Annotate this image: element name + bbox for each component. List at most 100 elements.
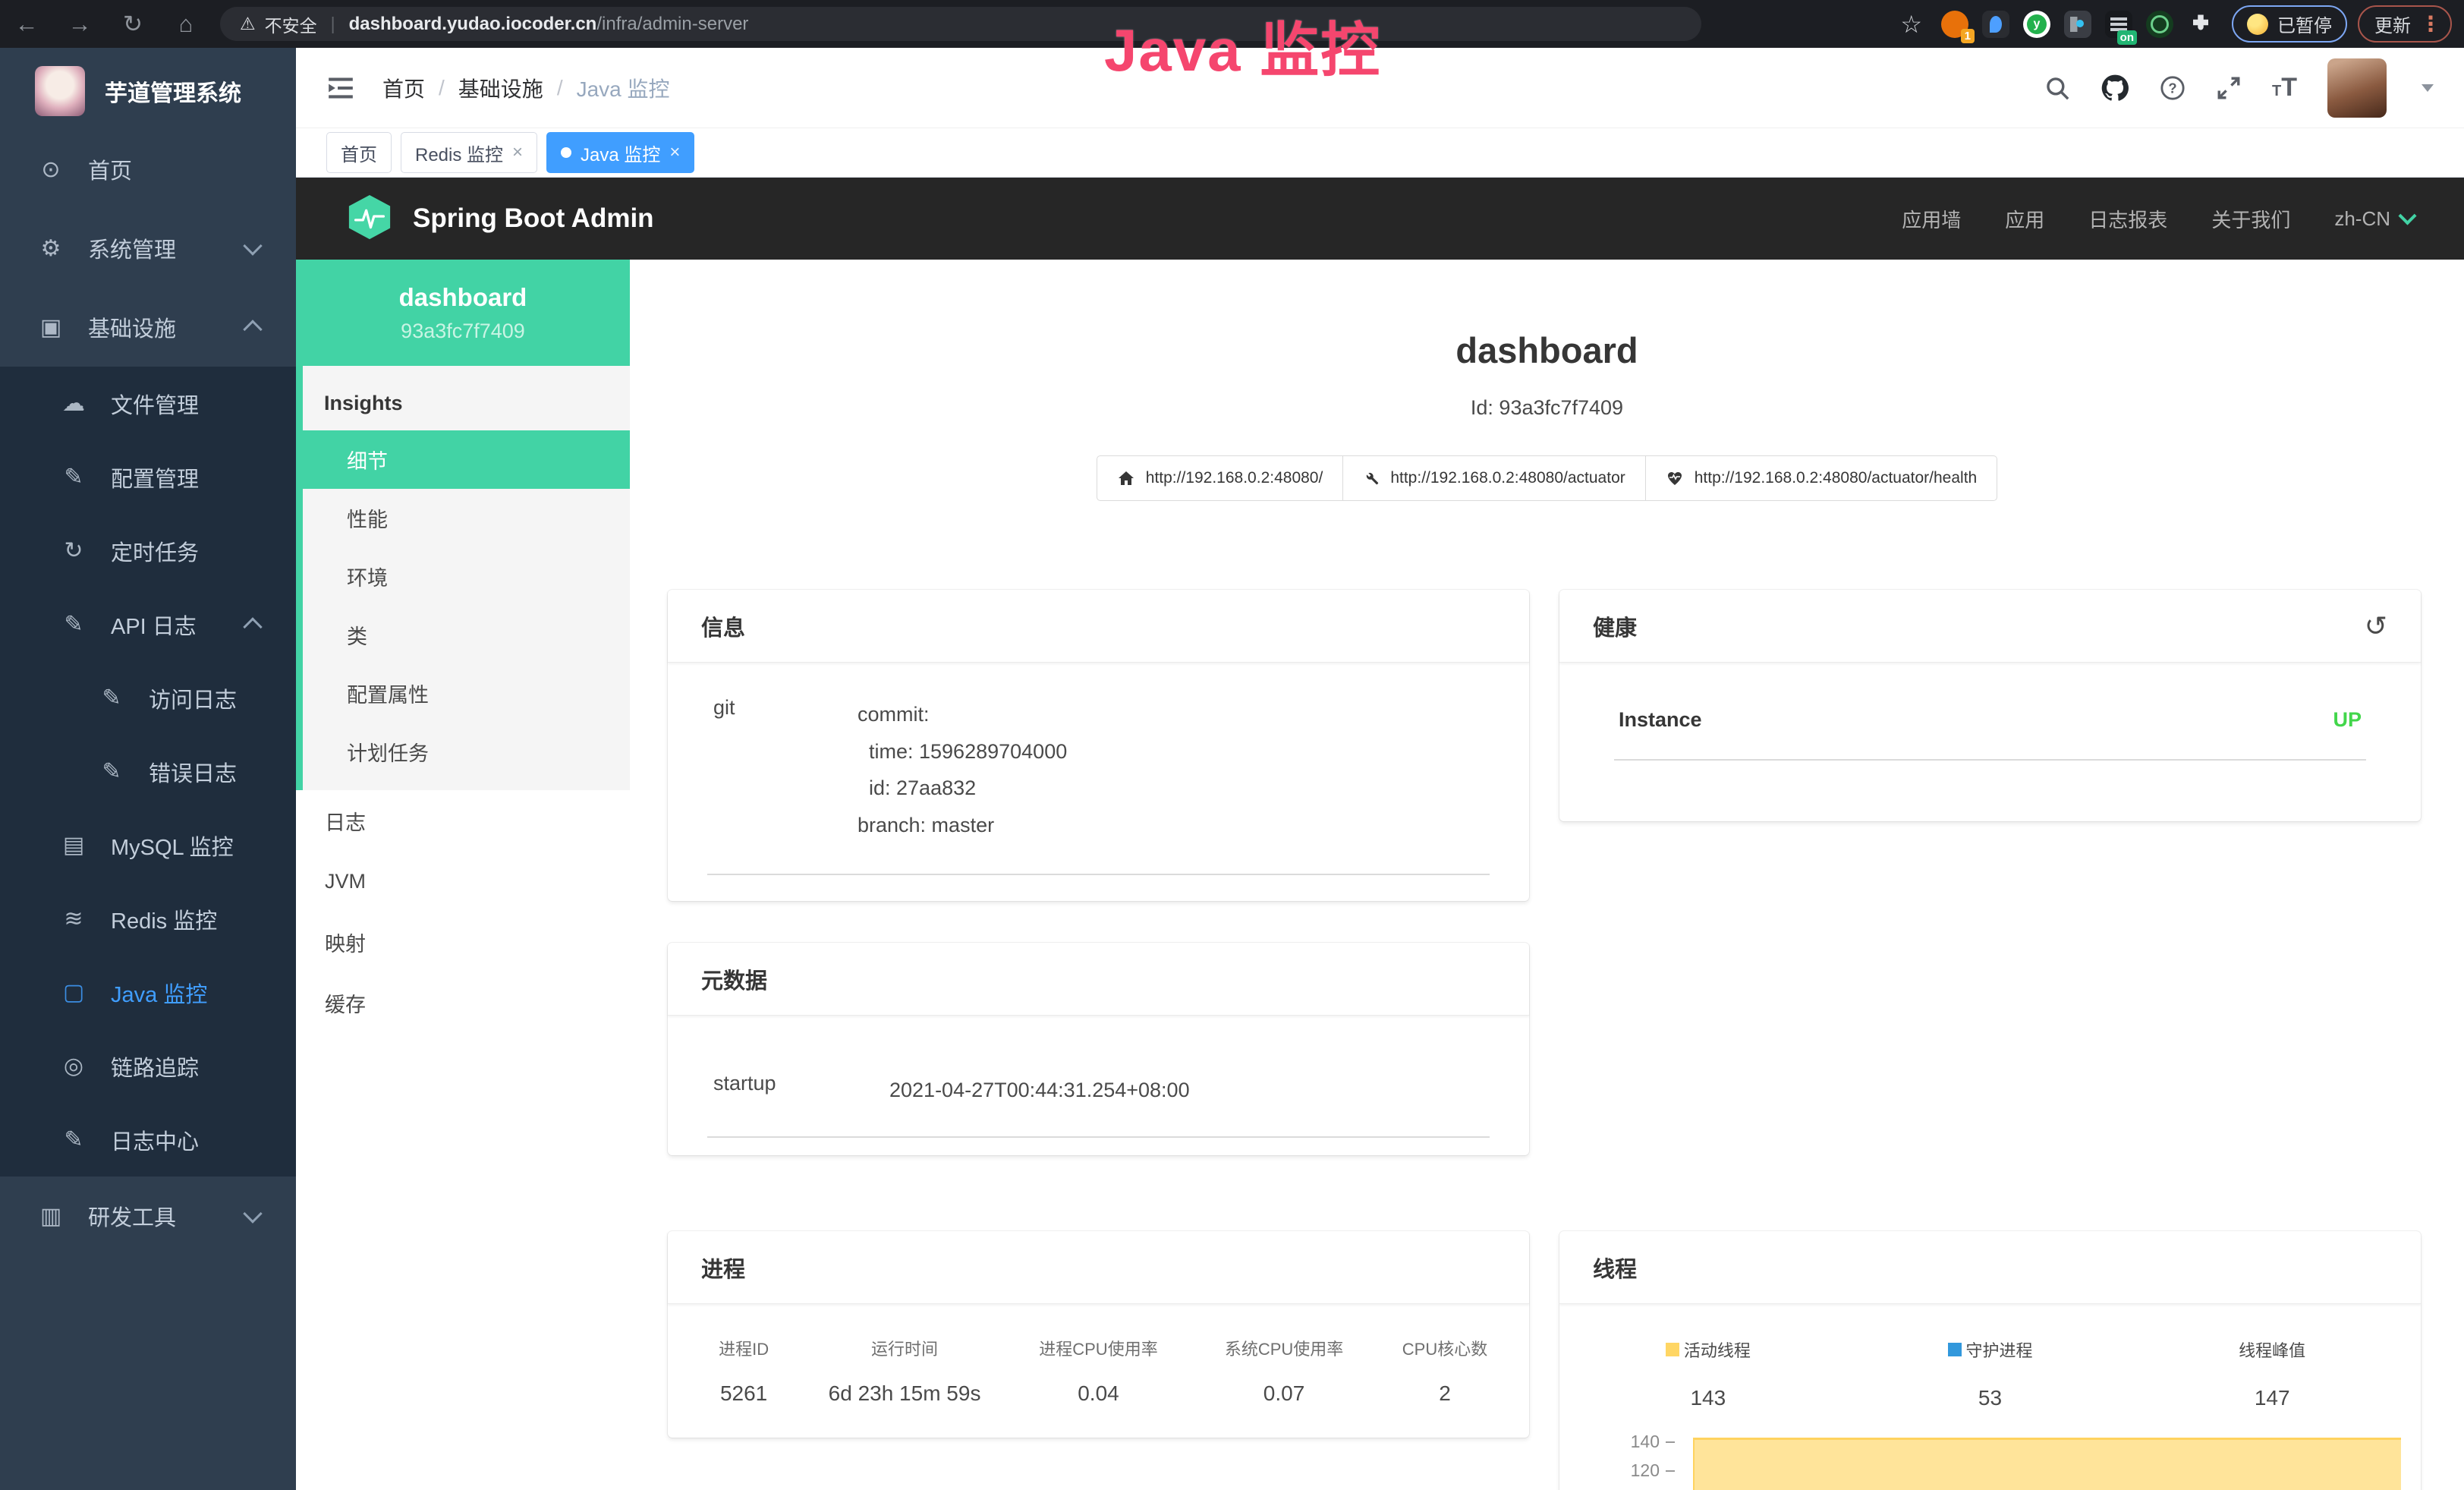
user-avatar[interactable]	[2327, 58, 2387, 118]
sidebar-item-infrastructure[interactable]: ▣ 基础设施	[0, 288, 296, 367]
sba-item-details[interactable]: 细节	[296, 430, 630, 489]
sba-item-scheduled-tasks[interactable]: 计划任务	[303, 723, 630, 781]
threads-card: 线程 活动线程 143 守护进程 53 线程峰值	[1559, 1231, 2421, 1490]
sba-nav-journal[interactable]: 日志报表	[2088, 205, 2167, 233]
actuator-url-button[interactable]: http://192.168.0.2:48080/actuator	[1342, 455, 1645, 501]
health-url-button[interactable]: http://192.168.0.2:48080/actuator/health	[1645, 455, 1997, 501]
history-icon[interactable]: ↺	[2365, 613, 2387, 640]
extensions-puzzle-icon[interactable]	[2187, 11, 2214, 38]
forward-icon[interactable]: →	[53, 11, 106, 38]
instance-header[interactable]: dashboard 93a3fc7f7409	[296, 260, 630, 366]
sidebar-item-java-monitor[interactable]: ▢ Java 监控	[0, 956, 296, 1029]
sidebar-item-scheduled-tasks[interactable]: ↻ 定时任务	[0, 514, 296, 587]
wrench-icon	[1363, 470, 1380, 487]
extension-pin-icon[interactable]	[1982, 11, 2009, 38]
warning-icon: ⚠	[240, 14, 256, 34]
sba-item-mappings[interactable]: 映射	[296, 912, 630, 972]
font-size-icon[interactable]: TT	[2272, 73, 2297, 102]
address-bar[interactable]: ⚠ 不安全 | dashboard.yudao.iocoder.cn/infra…	[220, 7, 1701, 41]
tab-home[interactable]: 首页	[326, 132, 392, 173]
tab-java-monitor[interactable]: Java 监控 ×	[546, 132, 694, 173]
infrastructure-submenu: ☁ 文件管理 ✎ 配置管理 ↻ 定时任务 ✎ API 日志 ✎ 访问日志 ✎	[0, 367, 296, 1177]
service-url-button[interactable]: http://192.168.0.2:48080/	[1097, 455, 1344, 501]
breadcrumb-infrastructure[interactable]: 基础设施	[458, 73, 543, 103]
extension-colorful-icon[interactable]: 1	[1941, 11, 1968, 38]
sidebar-item-log-center[interactable]: ✎ 日志中心	[0, 1103, 296, 1177]
paused-pill[interactable]: 已暂停	[2232, 5, 2347, 43]
sidebar-item-dev-tools[interactable]: ▥ 研发工具	[0, 1177, 296, 1255]
sba-nav-about[interactable]: 关于我们	[2211, 205, 2290, 233]
hamburger-icon[interactable]	[326, 76, 355, 100]
sidebar-item-tracing[interactable]: ◎ 链路追踪	[0, 1029, 296, 1103]
daemon-threads-label: 守护进程	[1966, 1337, 2033, 1362]
sba-item-metrics[interactable]: 性能	[303, 489, 630, 547]
app-logo-row[interactable]: 芋道管理系统	[0, 48, 296, 130]
sba-header: Spring Boot Admin 应用墙 应用 日志报表 关于我们 zh-CN	[296, 178, 2464, 260]
search-icon[interactable]	[2044, 75, 2070, 101]
process-header-process-cpu: 进程CPU使用率	[1008, 1336, 1189, 1360]
status-badge: UP	[2333, 708, 2362, 732]
sba-item-jvm[interactable]: JVM	[296, 851, 630, 912]
screen: ← → ↻ ⌂ ⚠ 不安全 | dashboard.yudao.iocoder.…	[0, 0, 2464, 1490]
sidebar-item-error-logs[interactable]: ✎ 错误日志	[0, 735, 296, 808]
gear-icon: ⚙	[35, 235, 67, 262]
log-icon: ✎	[96, 685, 127, 711]
sidebar-item-config-management[interactable]: ✎ 配置管理	[0, 440, 296, 514]
sidebar-item-redis-monitor[interactable]: ≋ Redis 监控	[0, 882, 296, 956]
process-card: 进程 进程ID5261 运行时间6d 23h 15m 59s 进程CPU使用率0…	[668, 1231, 1529, 1438]
breadcrumb-home[interactable]: 首页	[382, 73, 425, 103]
sba-logo-icon[interactable]	[346, 194, 393, 244]
sidebar-item-mysql-monitor[interactable]: ▤ MySQL 监控	[0, 808, 296, 882]
sba-language-select[interactable]: zh-CN	[2334, 207, 2414, 231]
reload-icon[interactable]: ↻	[106, 11, 159, 38]
extension-green-circle-icon[interactable]: y	[2023, 11, 2050, 38]
sba-nav-wallboard[interactable]: 应用墙	[1902, 205, 1961, 233]
health-instance-row[interactable]: Instance UP	[1614, 708, 2366, 761]
sidebar-item-system[interactable]: ⚙ 系统管理	[0, 209, 296, 288]
sba-instance-sidebar: dashboard 93a3fc7f7409 Insights 细节 性能 环境…	[296, 260, 630, 1490]
sidebar-item-file-management[interactable]: ☁ 文件管理	[0, 367, 296, 440]
metadata-card-title: 元数据	[701, 963, 767, 995]
sidebar-item-home[interactable]: ⊙ 首页	[0, 130, 296, 209]
back-icon[interactable]: ←	[0, 11, 53, 38]
breadcrumb-separator: /	[439, 76, 445, 100]
sidebar-item-api-logs[interactable]: ✎ API 日志	[0, 587, 296, 661]
extension-grid-icon[interactable]	[2064, 11, 2091, 38]
sba-item-environment[interactable]: 环境	[303, 547, 630, 606]
sba-item-caches[interactable]: 缓存	[296, 972, 630, 1033]
security-label: 不安全	[265, 11, 317, 37]
sba-content: dashboard Id: 93a3fc7f7409 http://192.16…	[630, 260, 2464, 1490]
update-label: 更新	[2374, 11, 2411, 37]
sba-item-classes[interactable]: 类	[303, 606, 630, 664]
home-icon[interactable]: ⌂	[159, 11, 212, 38]
bookmark-star-icon[interactable]: ☆	[1900, 10, 1922, 39]
sba-brand[interactable]: Spring Boot Admin	[413, 203, 654, 234]
chevron-up-icon	[243, 320, 262, 339]
help-icon[interactable]: ?	[2160, 75, 2186, 101]
threads-stats: 活动线程 143 守护进程 53 线程峰值 147	[1559, 1304, 2421, 1410]
user-menu-caret-icon[interactable]	[2422, 84, 2434, 92]
process-value-uptime: 6d 23h 15m 59s	[801, 1381, 1008, 1406]
update-button[interactable]: 更新 ⋮	[2358, 5, 2452, 43]
metadata-startup-value: 2021-04-27T00:44:31.254+08:00	[889, 1072, 1190, 1109]
active-dot	[561, 147, 571, 158]
sba-nav-applications[interactable]: 应用	[2005, 205, 2044, 233]
chevron-down-icon	[243, 1204, 262, 1223]
sba-item-config-props[interactable]: 配置属性	[303, 664, 630, 723]
y-axis-tick-120: 120	[1559, 1460, 1675, 1481]
sba-item-logs[interactable]: 日志	[296, 790, 630, 851]
github-icon[interactable]	[2101, 74, 2129, 102]
extension-leaf-icon[interactable]	[2146, 11, 2173, 38]
breadcrumb: 首页 / 基础设施 / Java 监控	[382, 73, 670, 103]
health-card: 健康 ↺ Instance UP	[1559, 590, 2421, 821]
sba-body: dashboard 93a3fc7f7409 Insights 细节 性能 环境…	[296, 260, 2464, 1490]
sidebar-item-access-logs[interactable]: ✎ 访问日志	[0, 661, 296, 735]
info-git-row: git commit: time: 1596289704000 id: 27aa…	[707, 663, 1490, 875]
close-icon[interactable]: ×	[512, 143, 523, 162]
extension-list-icon[interactable]: on	[2105, 11, 2132, 38]
tab-redis-monitor[interactable]: Redis 监控 ×	[401, 132, 537, 173]
fullscreen-icon[interactable]	[2216, 75, 2242, 101]
close-icon[interactable]: ×	[669, 143, 680, 162]
chevron-down-icon	[243, 236, 262, 255]
admin-sidebar: 芋道管理系统 ⊙ 首页 ⚙ 系统管理 ▣ 基础设施 ☁ 文件管理 ✎ 配置管理	[0, 48, 296, 1490]
